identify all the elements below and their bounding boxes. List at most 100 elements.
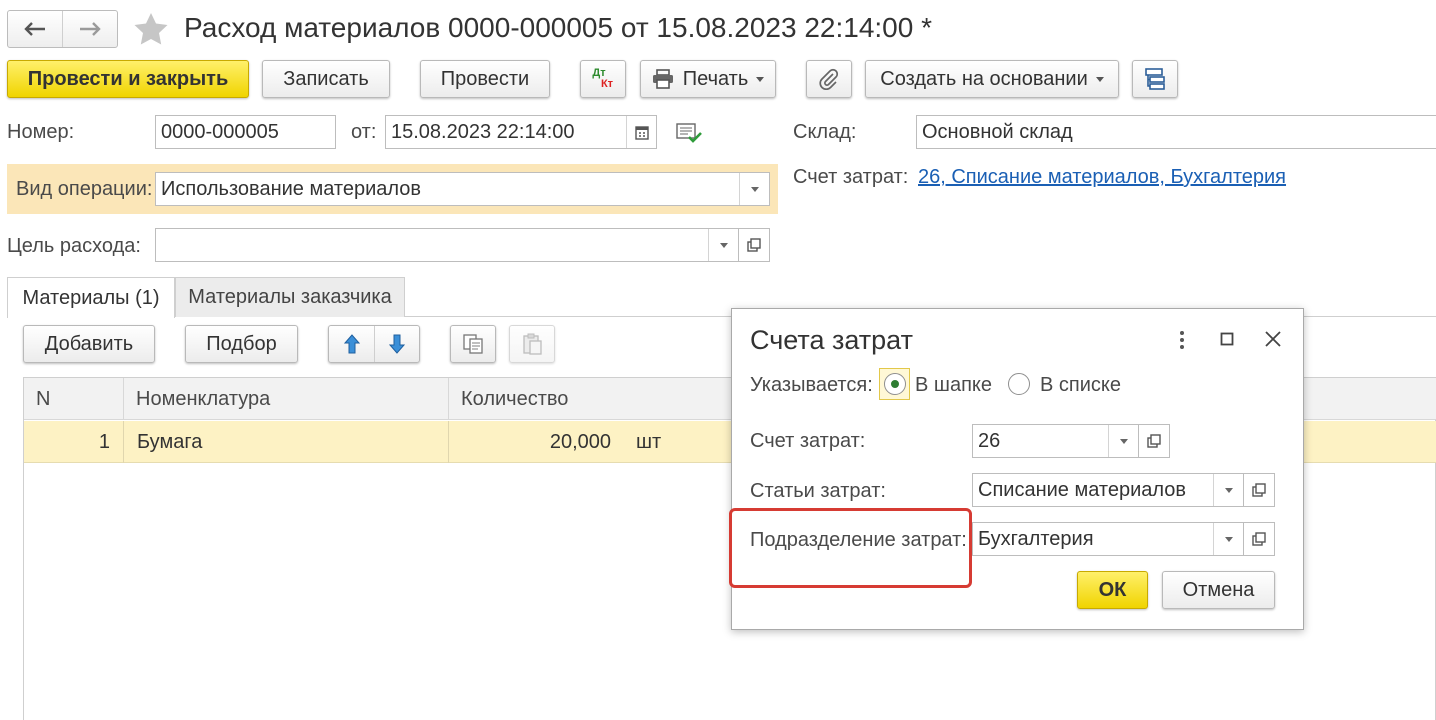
open-window-icon [1252, 483, 1266, 497]
maximize-icon[interactable] [1220, 332, 1234, 346]
purpose-dropdown-button[interactable] [708, 229, 738, 261]
row-number: 1 [98, 430, 110, 453]
cancel-button[interactable]: Отмена [1162, 571, 1275, 609]
radio-in-header-label[interactable]: В шапке [915, 374, 992, 397]
add-button[interactable]: Добавить [23, 325, 155, 363]
arrow-left-icon [24, 22, 45, 36]
forward-button[interactable] [63, 11, 117, 47]
move-buttons-group [328, 325, 420, 363]
create-based-label: Создать на основании [880, 67, 1088, 90]
number-label: Номер: [7, 121, 75, 143]
chevron-down-icon [756, 76, 765, 82]
dialog-items-dropdown[interactable] [1213, 474, 1243, 506]
print-button[interactable]: Печать [640, 60, 776, 98]
chevron-down-icon [1095, 76, 1104, 82]
specified-label: Указывается: [750, 374, 873, 396]
purpose-label: Цель расхода: [7, 235, 141, 257]
row-divider [123, 421, 124, 463]
dialog-division-value: Бухгалтерия [978, 527, 1094, 550]
structure-button[interactable] [1132, 60, 1178, 98]
dialog-account-value: 26 [978, 429, 1001, 452]
save-button[interactable]: Записать [262, 60, 390, 98]
dialog-division-open-button[interactable] [1243, 522, 1275, 556]
dialog-items-field[interactable]: Списание материалов [972, 473, 1244, 507]
warehouse-field[interactable]: Основной склад [916, 115, 1436, 149]
chevron-down-icon [1119, 438, 1128, 444]
date-field[interactable]: 15.08.2023 22:14:00 [385, 115, 657, 149]
move-up-button[interactable] [329, 326, 375, 362]
dialog-items-open-button[interactable] [1243, 473, 1275, 507]
printer-icon [652, 69, 673, 89]
arrow-down-icon [389, 334, 405, 354]
dialog-items-value: Списание материалов [978, 478, 1187, 501]
date-value: 15.08.2023 22:14:00 [391, 120, 575, 143]
open-window-icon [1252, 532, 1266, 546]
chevron-down-icon [719, 242, 728, 248]
warehouse-label: Склад: [793, 121, 857, 143]
radio-in-list[interactable] [1008, 373, 1030, 395]
posting-status-icon[interactable] [676, 122, 702, 144]
dialog-account-field[interactable]: 26 [972, 424, 1139, 458]
post-button[interactable]: Провести [420, 60, 550, 98]
cost-account-link[interactable]: 26, Списание материалов, Бухгалтерия [918, 166, 1286, 189]
operation-value: Использование материалов [161, 177, 422, 200]
dialog-account-label: Счет затрат: [750, 430, 866, 452]
tab-materials-label: Материалы (1) [22, 286, 160, 309]
open-window-icon [747, 238, 761, 252]
paste-button[interactable] [509, 325, 555, 363]
operation-dropdown-button[interactable] [739, 173, 769, 205]
copy-icon [463, 334, 483, 354]
radio-in-header[interactable] [884, 373, 906, 395]
pick-button[interactable]: Подбор [185, 325, 298, 363]
move-down-button[interactable] [375, 326, 419, 362]
radio-in-list-label[interactable]: В списке [1040, 374, 1121, 397]
column-header-nomenclature[interactable]: Номенклатура [124, 378, 449, 420]
nav-group [7, 10, 118, 48]
row-quantity: 20,000 [549, 430, 611, 453]
dialog-items-label: Статьи затрат: [750, 480, 886, 502]
more-icon[interactable] [1177, 329, 1187, 351]
dialog-division-dropdown[interactable] [1213, 523, 1243, 555]
number-field[interactable]: 0000-000005 [155, 115, 336, 149]
purpose-open-button[interactable] [738, 228, 770, 262]
arrow-up-icon [343, 334, 360, 354]
cost-account-label: Счет затрат: [793, 166, 909, 188]
paperclip-icon [819, 68, 839, 90]
dialog-division-field[interactable]: Бухгалтерия [972, 522, 1244, 556]
kt-label: Кт [600, 78, 614, 90]
row-unit: шт [636, 430, 662, 453]
purpose-field[interactable] [155, 228, 739, 262]
highlight-annotation-frame [729, 508, 972, 588]
ok-button[interactable]: ОК [1077, 571, 1148, 609]
dialog-account-dropdown[interactable] [1108, 425, 1138, 457]
tab-customer-materials-label: Материалы заказчика [188, 286, 392, 308]
tab-customer-materials[interactable]: Материалы заказчика [175, 277, 405, 317]
chevron-down-icon [1224, 536, 1233, 542]
chevron-down-icon [750, 186, 759, 192]
dialog-title: Счета затрат [750, 325, 913, 355]
arrow-right-icon [80, 22, 101, 36]
hierarchy-icon [1145, 68, 1165, 90]
paste-icon [523, 333, 542, 355]
print-label: Печать [682, 67, 749, 90]
window-title: Расход материалов 0000-000005 от 15.08.2… [184, 12, 933, 43]
dialog-account-open-button[interactable] [1138, 424, 1170, 458]
dt-kt-button[interactable]: Дт Кт [580, 60, 626, 98]
open-window-icon [1147, 434, 1161, 448]
chevron-down-icon [1224, 487, 1233, 493]
attach-button[interactable] [806, 60, 852, 98]
create-based-on-button[interactable]: Создать на основании [865, 60, 1119, 98]
date-label: от: [351, 121, 377, 143]
copy-button[interactable] [450, 325, 496, 363]
post-and-close-button[interactable]: Провести и закрыть [7, 60, 249, 98]
calendar-button[interactable] [626, 116, 656, 148]
close-icon[interactable] [1264, 330, 1282, 348]
row-item: Бумага [137, 430, 203, 453]
calendar-icon [634, 125, 649, 140]
tab-materials[interactable]: Материалы (1) [7, 277, 175, 318]
column-header-n[interactable]: N [24, 378, 124, 420]
column-header-quantity[interactable]: Количество [449, 378, 749, 420]
star-icon[interactable] [133, 12, 169, 46]
operation-type-field[interactable]: Использование материалов [155, 172, 770, 206]
back-button[interactable] [8, 11, 63, 47]
